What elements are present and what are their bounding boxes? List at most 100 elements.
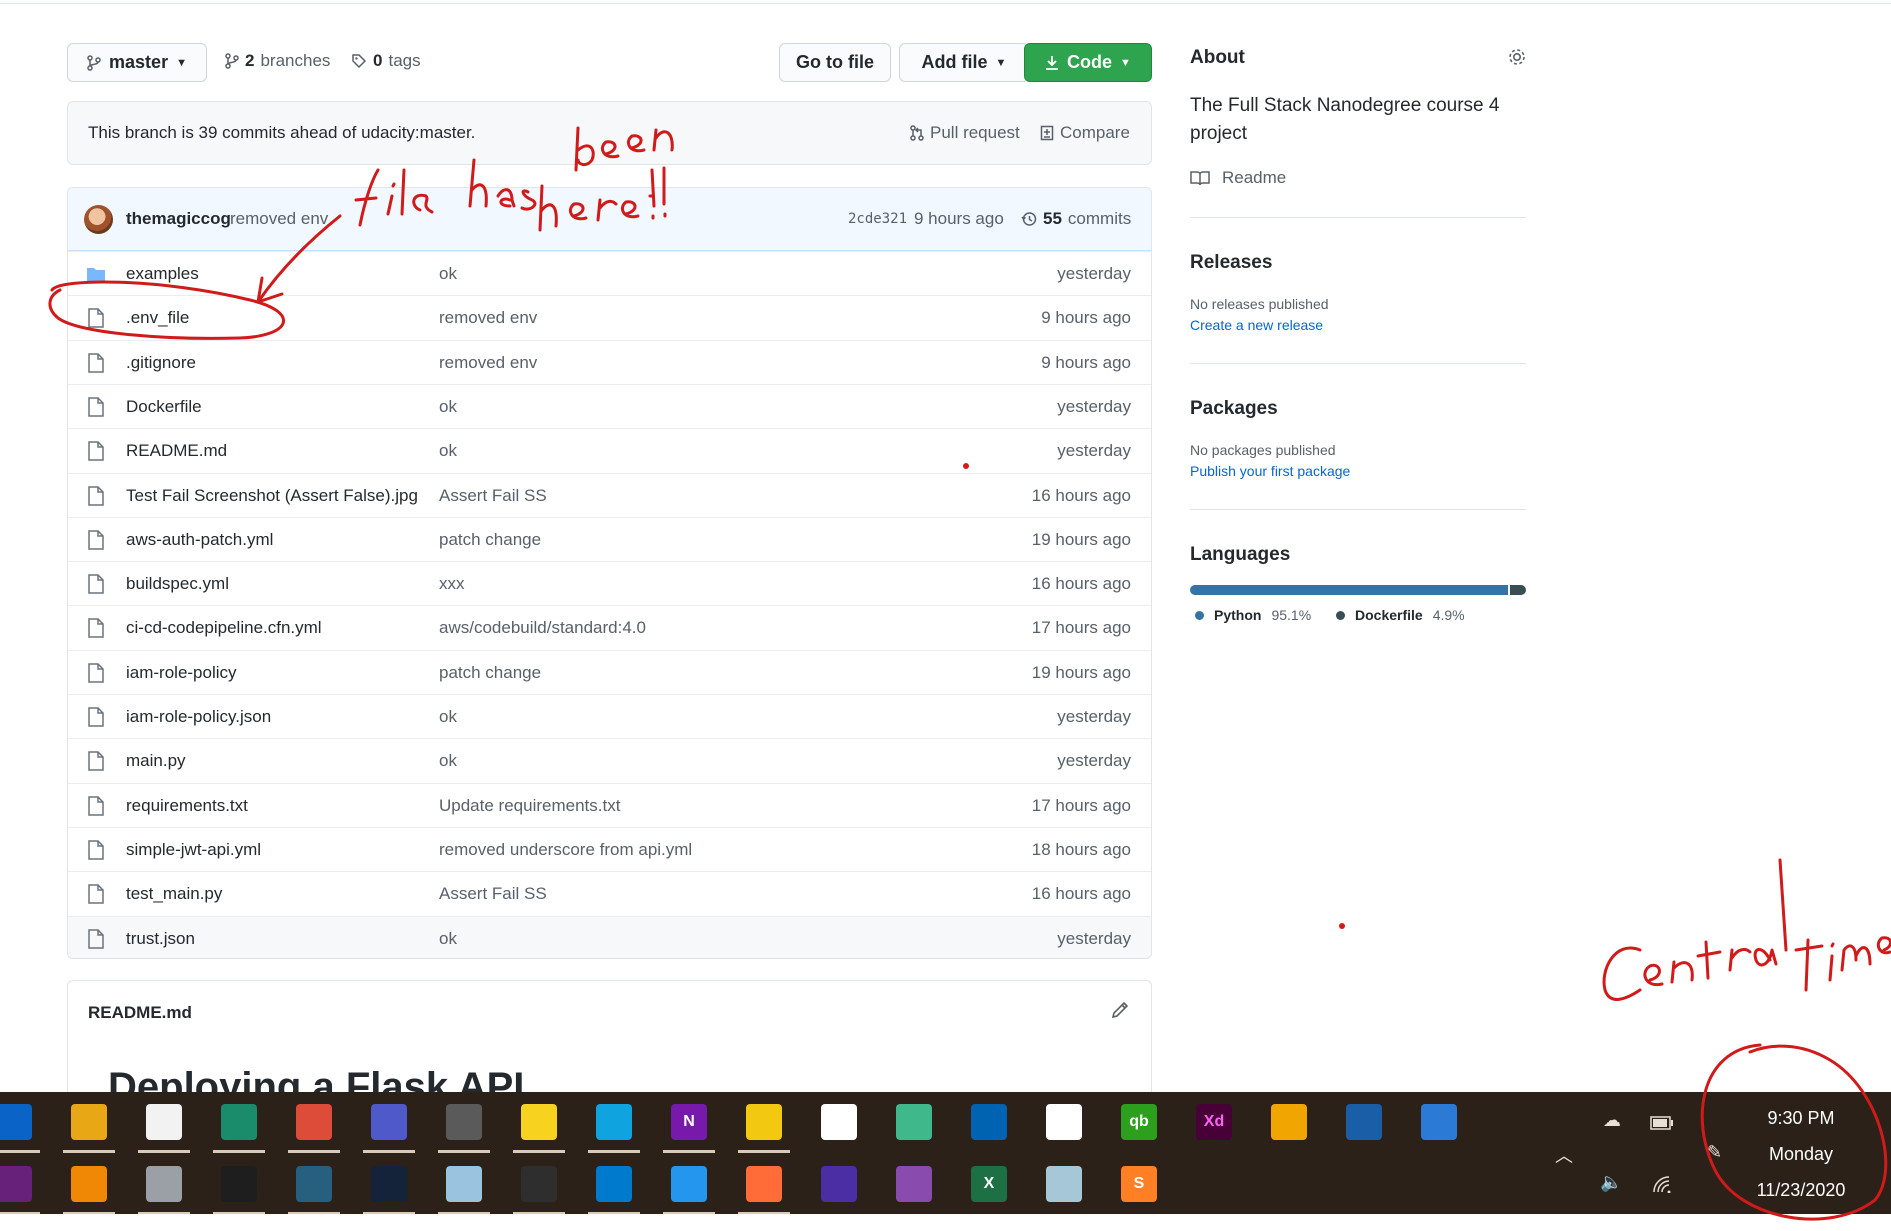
edge-beta-icon[interactable] bbox=[221, 1104, 257, 1140]
file-name[interactable]: iam-role-policy.json bbox=[126, 707, 271, 727]
teams-icon[interactable] bbox=[371, 1104, 407, 1140]
commit-sha[interactable]: 2cde321 bbox=[848, 211, 907, 227]
file-commit-message[interactable]: Assert Fail SS bbox=[439, 884, 547, 904]
tags-link[interactable]: 0 tags bbox=[351, 51, 421, 71]
packages-title[interactable]: Packages bbox=[1190, 398, 1278, 420]
table-row[interactable]: Test Fail Screenshot (Assert False).jpg A… bbox=[68, 472, 1151, 517]
mysql-notifier-icon[interactable] bbox=[446, 1166, 482, 1202]
file-name[interactable]: README.md bbox=[126, 441, 227, 461]
authenticator-icon[interactable] bbox=[596, 1104, 632, 1140]
table-row[interactable]: .gitignore removed env 9 hours ago bbox=[68, 339, 1151, 384]
mysql-shell-icon[interactable] bbox=[371, 1166, 407, 1202]
file-explorer-icon[interactable] bbox=[71, 1104, 107, 1140]
file-commit-message[interactable]: ok bbox=[439, 441, 457, 461]
file-commit-message[interactable]: ok bbox=[439, 707, 457, 727]
database-icon[interactable] bbox=[146, 1166, 182, 1202]
file-name[interactable]: simple-jwt-api.yml bbox=[126, 840, 261, 860]
clock-date[interactable]: 11/23/2020 bbox=[1718, 1180, 1884, 1201]
tableau-icon[interactable] bbox=[821, 1104, 857, 1140]
gear-icon[interactable] bbox=[1506, 46, 1528, 68]
chevron-up-icon[interactable]: ︿ bbox=[1555, 1142, 1573, 1168]
battery-icon[interactable] bbox=[1650, 1116, 1674, 1130]
publish-package-link[interactable]: Publish your first package bbox=[1190, 463, 1350, 479]
power-bi-icon[interactable] bbox=[746, 1104, 782, 1140]
table-row[interactable]: aws-auth-patch.yml patch change 19 hours a… bbox=[68, 516, 1151, 561]
create-release-link[interactable]: Create a new release bbox=[1190, 317, 1323, 333]
table-row[interactable]: test_main.py Assert Fail SS 16 hours ago bbox=[68, 871, 1151, 915]
table-row[interactable]: simple-jwt-api.yml removed underscore fro… bbox=[68, 826, 1151, 871]
file-name[interactable]: ci-cd-codepipeline.cfn.yml bbox=[126, 618, 322, 638]
quickbooks-icon[interactable]: qb bbox=[1121, 1104, 1157, 1140]
file-commit-message[interactable]: aws/codebuild/standard:4.0 bbox=[439, 618, 646, 638]
pull-request-link[interactable]: Pull request bbox=[910, 123, 1020, 143]
transfer-icon[interactable] bbox=[1271, 1104, 1307, 1140]
commit-message[interactable]: removed env bbox=[230, 209, 328, 229]
table-row[interactable]: requirements.txt Update requirements.txt 1… bbox=[68, 782, 1151, 827]
language-item-python[interactable]: Python 95.1% bbox=[1195, 607, 1311, 623]
outlook-icon[interactable] bbox=[0, 1104, 32, 1140]
screen-recorder-icon[interactable] bbox=[821, 1166, 857, 1202]
file-commit-message[interactable]: removed underscore from api.yml bbox=[439, 840, 692, 860]
wifi-icon[interactable] bbox=[1652, 1175, 1672, 1193]
pencil-icon[interactable] bbox=[1109, 999, 1131, 1021]
vscode-icon[interactable] bbox=[596, 1166, 632, 1202]
file-name[interactable]: examples bbox=[126, 264, 199, 284]
file-commit-message[interactable]: xxx bbox=[439, 574, 465, 594]
azure-data-studio-icon[interactable] bbox=[971, 1104, 1007, 1140]
chrome-icon[interactable] bbox=[296, 1104, 332, 1140]
sublime-text-icon[interactable]: S bbox=[1121, 1166, 1157, 1202]
table-row[interactable]: buildspec.yml xxx 16 hours ago bbox=[68, 561, 1151, 605]
file-commit-message[interactable]: patch change bbox=[439, 530, 541, 550]
github-desktop-icon[interactable] bbox=[896, 1166, 932, 1202]
notepad-icon[interactable] bbox=[1046, 1166, 1082, 1202]
postman-icon[interactable] bbox=[746, 1166, 782, 1202]
avatar[interactable] bbox=[84, 205, 113, 234]
table-row[interactable]: examples ok yesterday bbox=[68, 251, 1151, 295]
mysql-workbench-icon[interactable] bbox=[296, 1166, 332, 1202]
file-commit-message[interactable]: ok bbox=[439, 929, 457, 949]
vlc-icon[interactable] bbox=[71, 1166, 107, 1202]
compare-link[interactable]: Compare bbox=[1040, 123, 1130, 143]
table-row[interactable]: main.py ok yesterday bbox=[68, 738, 1151, 782]
file-name[interactable]: requirements.txt bbox=[126, 796, 248, 816]
table-row[interactable]: ci-cd-codepipeline.cfn.yml aws/codebuild/… bbox=[68, 605, 1151, 649]
code-button[interactable]: Code ▼ bbox=[1024, 43, 1152, 82]
file-name[interactable]: .env_file bbox=[126, 308, 189, 328]
file-name[interactable]: trust.json bbox=[126, 929, 195, 949]
file-name[interactable]: buildspec.yml bbox=[126, 574, 229, 594]
command-prompt-icon[interactable] bbox=[221, 1166, 257, 1202]
docker-icon[interactable] bbox=[671, 1166, 707, 1202]
releases-title[interactable]: Releases bbox=[1190, 252, 1272, 274]
excel-icon[interactable]: X bbox=[971, 1166, 1007, 1202]
table-row[interactable]: Dockerfile ok yesterday bbox=[68, 383, 1151, 428]
commit-author[interactable]: themagiccog bbox=[126, 209, 231, 229]
commits-link[interactable]: 55 commits bbox=[1021, 209, 1131, 229]
language-item-dockerfile[interactable]: Dockerfile 4.9% bbox=[1336, 607, 1465, 623]
virtualbox-icon[interactable] bbox=[1346, 1104, 1382, 1140]
file-name[interactable]: main.py bbox=[126, 751, 186, 771]
onedrive-icon[interactable]: ☁ bbox=[1603, 1110, 1621, 1131]
snipping-tool-icon[interactable] bbox=[446, 1104, 482, 1140]
microsoft-store-icon[interactable] bbox=[146, 1104, 182, 1140]
visual-studio-icon[interactable] bbox=[0, 1166, 32, 1202]
remote-desktop-icon[interactable] bbox=[1421, 1104, 1457, 1140]
table-row[interactable]: README.md ok yesterday bbox=[68, 428, 1151, 472]
go-to-file-button[interactable]: Go to file bbox=[779, 43, 891, 82]
add-file-button[interactable]: Add file ▼ bbox=[899, 43, 1029, 82]
file-commit-message[interactable]: Update requirements.txt bbox=[439, 796, 620, 816]
branches-link[interactable]: 2 branches bbox=[225, 51, 330, 71]
branch-select-button[interactable]: master ▼ bbox=[67, 43, 207, 82]
file-name[interactable]: .gitignore bbox=[126, 353, 196, 373]
file-name[interactable]: Test Fail Screenshot (Assert False).jpg bbox=[126, 486, 418, 506]
table-row[interactable]: iam-role-policy.json ok yesterday bbox=[68, 694, 1151, 738]
file-commit-message[interactable]: ok bbox=[439, 751, 457, 771]
clock-day[interactable]: Monday bbox=[1718, 1144, 1884, 1165]
file-name[interactable]: iam-role-policy bbox=[126, 663, 237, 683]
file-commit-message[interactable]: Assert Fail SS bbox=[439, 486, 547, 506]
file-commit-message[interactable]: ok bbox=[439, 397, 457, 417]
onenote-icon[interactable]: N bbox=[671, 1104, 707, 1140]
readme-link[interactable]: Readme bbox=[1190, 168, 1286, 188]
adobe-xd-icon[interactable]: Xd bbox=[1196, 1104, 1232, 1140]
table-row[interactable]: iam-role-policy patch change 19 hours ago bbox=[68, 649, 1151, 694]
atom-icon[interactable] bbox=[896, 1104, 932, 1140]
